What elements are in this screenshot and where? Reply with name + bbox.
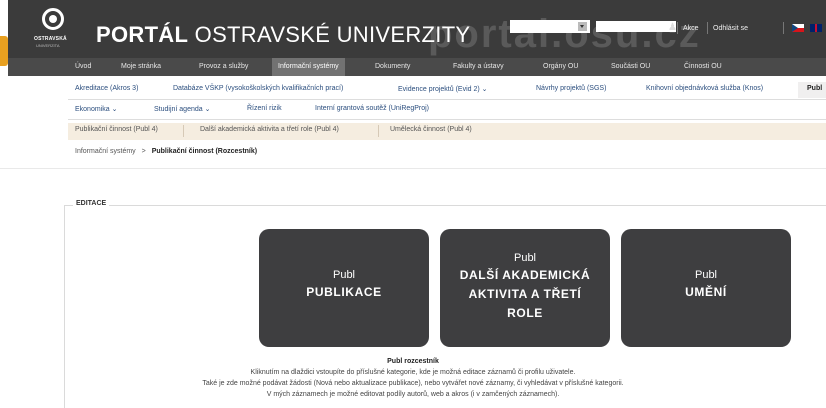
subnav-studijni-agenda[interactable]: Studijní agenda ⌄ [154, 105, 210, 113]
tile-title: DALŠÍ AKADEMICKÁ AKTIVITA A TŘETÍ ROLE [440, 266, 610, 323]
tile-subtitle: Publ [694, 269, 718, 281]
nav-soucasti-ou[interactable]: Součásti OU [605, 58, 656, 76]
tertiary-nav: Publikační činnost (Publ 4) Další akadem… [68, 123, 826, 140]
tile-dalsi-akademicka-aktivita[interactable]: Publ DALŠÍ AKADEMICKÁ AKTIVITA A TŘETÍ R… [440, 229, 610, 347]
tile-subtitle: Publ [513, 252, 537, 264]
tile-content: Publ PUBLIKACE [259, 269, 429, 302]
breadcrumb: Informační systémy > Publikační činnost … [75, 148, 257, 155]
tile-title: PUBLIKACE [306, 285, 382, 299]
nav-cinnosti-ou[interactable]: Činnosti OU [678, 58, 728, 76]
tab-divider [378, 125, 379, 137]
tile-subtitle: Publ [332, 269, 356, 281]
nav-provoz-a-sluzby[interactable]: Provoz a služby [193, 58, 254, 76]
sub-nav-row-1: Akreditace (Akros 3) Databáze VŠKP (vyso… [68, 80, 826, 100]
section-label: EDITACE [73, 200, 110, 207]
subnav-ekonomika[interactable]: Ekonomika ⌄ [75, 105, 117, 113]
portal-title-rest: OSTRAVSKÉ UNIVERZITY [188, 22, 471, 47]
tab-divider [183, 125, 184, 137]
university-logo[interactable]: OSTRAVSKÁ UNIVERZITA [34, 6, 78, 56]
tile-content: Publ DALŠÍ AKADEMICKÁ AKTIVITA A TŘETÍ R… [440, 252, 610, 323]
logo-emblem-icon [42, 8, 64, 30]
subnav-publ[interactable]: Publ [807, 85, 822, 92]
breadcrumb-separator: > [141, 148, 146, 155]
tile-publikace[interactable]: Publ PUBLIKACE [259, 229, 429, 347]
portal-title: PORTÁL OSTRAVSKÉ UNIVERZITY [96, 22, 470, 48]
tile-umeni[interactable]: Publ UMĚNÍ [621, 229, 791, 347]
nav-uvod[interactable]: Úvod [69, 58, 97, 76]
chevron-down-icon[interactable] [578, 22, 587, 31]
tab-dalsi-akademicka-aktivita[interactable]: Další akademická aktivita a třetí role (… [200, 126, 339, 133]
subnav-rizeni-rizik[interactable]: Řízení rizik [247, 105, 282, 112]
english-flag-icon[interactable] [810, 24, 822, 32]
tile-title: UMĚNÍ [685, 285, 727, 299]
header-divider [707, 22, 708, 34]
rozcestnik-title: Publ rozcestník [387, 358, 439, 365]
rozcestnik-description-line: V mých záznamech je možné editovat podíl… [266, 391, 560, 398]
main-nav: Úvod Moje stránka Provoz a služby Inform… [8, 58, 826, 76]
rozcestnik-description-line: Kliknutím na dlaždici vstoupíte do přísl… [250, 369, 576, 376]
akce-link[interactable]: Akce [683, 25, 699, 32]
side-accent-tab[interactable] [0, 36, 8, 66]
subnav-interni-grantova-soutez[interactable]: Interní grantová soutěž (UniRegProj) [315, 105, 429, 112]
subnav-databaze-vskp[interactable]: Databáze VŠKP (vysokoškolských kvalifika… [173, 85, 343, 92]
breadcrumb-current: Publikační činnost (Rozcestník) [151, 148, 258, 155]
logo-subtext: UNIVERZITA [36, 43, 60, 48]
portal-header: OSTRAVSKÁ UNIVERZITA portal.osu.cz PORTÁ… [8, 0, 826, 58]
tile-content: Publ UMĚNÍ [621, 269, 791, 302]
logo-text: OSTRAVSKÁ [34, 36, 67, 42]
subnav-navrhy-projektu[interactable]: Návrhy projektů (SGS) [536, 85, 606, 92]
nav-moje-stranka[interactable]: Moje stránka [115, 58, 167, 76]
logout-link[interactable]: Odhlásit se [713, 25, 748, 32]
breadcrumb-parent[interactable]: Informační systémy [75, 148, 136, 155]
portal-title-bold: PORTÁL [96, 22, 189, 47]
sub-nav-row-2: Ekonomika ⌄ Studijní agenda ⌄ Řízení riz… [68, 100, 826, 120]
rozcestnik-description-line: Také je zde možné podávat žádosti (Nová … [202, 380, 624, 387]
tile-title-line: AKTIVITA A TŘETÍ [468, 287, 582, 301]
nav-fakulty-a-ustavy[interactable]: Fakulty a ústavy [447, 58, 510, 76]
tab-umelecka-cinnost[interactable]: Umělecká činnost (Publ 4) [390, 126, 472, 133]
header-divider [783, 22, 784, 34]
user-icon[interactable]: ♟ [668, 22, 677, 33]
content-divider [0, 168, 826, 169]
header-divider [677, 22, 678, 34]
tile-title-line: DALŠÍ AKADEMICKÁ [459, 268, 591, 282]
tab-publikacni-cinnost[interactable]: Publikační činnost (Publ 4) [75, 126, 158, 133]
czech-flag-icon[interactable] [792, 24, 804, 32]
user-name-field [596, 21, 676, 32]
tile-title-line: ROLE [507, 306, 543, 320]
nav-informacni-systemy[interactable]: Informační systémy [272, 58, 345, 76]
nav-dokumenty[interactable]: Dokumenty [369, 58, 416, 76]
subnav-akreditace[interactable]: Akreditace (Akros 3) [75, 85, 138, 92]
subnav-evidence-projektu[interactable]: Evidence projektů (Evid 2) ⌄ [398, 85, 488, 93]
nav-organy-ou[interactable]: Orgány OU [537, 58, 584, 76]
subnav-knos[interactable]: Knihovní objednávková služba (Knos) [646, 85, 763, 92]
